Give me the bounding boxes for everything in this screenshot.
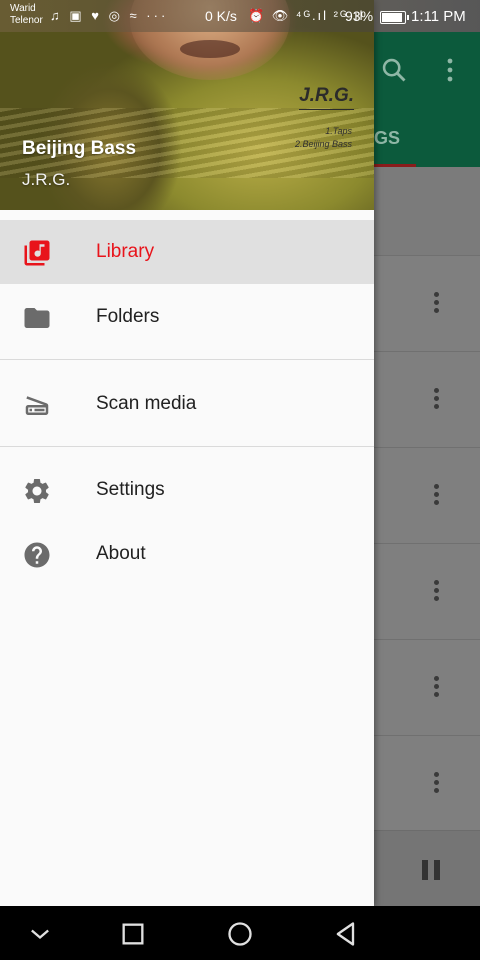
item-menu-icon[interactable] — [434, 772, 440, 796]
home-icon[interactable] — [226, 920, 254, 948]
item-menu-icon[interactable] — [434, 484, 440, 508]
now-playing-artist: J.R.G. — [22, 170, 71, 189]
drawer-item-label: Settings — [96, 479, 165, 500]
list-item[interactable] — [374, 256, 480, 352]
album-art-track-1: 1.Taps — [325, 126, 352, 136]
system-navigation-bar — [0, 906, 480, 960]
network-speed: 0 K/s — [205, 8, 237, 24]
carrier-name-1: Warid — [10, 3, 36, 14]
drawer-item-label: Scan media — [96, 393, 197, 414]
carrier-name-2: Telenor — [10, 15, 43, 26]
clock: 1:11 PM — [411, 8, 466, 25]
item-menu-icon[interactable] — [434, 580, 440, 604]
list-item[interactable] — [374, 352, 480, 448]
help-icon — [24, 542, 50, 568]
folder-icon — [24, 308, 50, 328]
status-bar: Warid Telenor ♫ ▣ ♥ ◎ ≈ ··· 0 K/s ⏰ 👁 ⁴ᴳ… — [0, 0, 480, 32]
library-music-icon — [24, 240, 50, 266]
drawer-item-folders[interactable]: Folders — [0, 285, 374, 349]
navigation-drawer: J.R.G. 1.Taps 2.Beijing Bass Beijing Bas… — [0, 0, 374, 906]
scanner-icon — [25, 396, 49, 415]
drawer-item-about[interactable]: About — [0, 522, 374, 586]
item-menu-icon[interactable] — [434, 676, 440, 700]
list-item[interactable] — [374, 640, 480, 736]
battery-icon — [380, 11, 409, 24]
drawer-item-library[interactable]: Library — [0, 220, 374, 284]
list-item[interactable] — [374, 448, 480, 544]
gear-icon — [25, 479, 49, 503]
drawer-item-settings[interactable]: Settings — [0, 458, 374, 522]
carrier-info: Warid Telenor — [10, 3, 43, 27]
list-item[interactable] — [374, 544, 480, 640]
divider — [0, 446, 374, 447]
drawer-item-label: Library — [96, 241, 155, 262]
back-icon[interactable] — [332, 920, 360, 948]
divider — [0, 359, 374, 360]
app-tab-label[interactable]: GS — [374, 128, 400, 149]
list-item[interactable] — [374, 167, 480, 256]
recents-icon[interactable] — [119, 920, 147, 948]
album-art-brand: J.R.G. — [299, 85, 354, 110]
search-icon[interactable] — [380, 56, 408, 84]
battery-percent: 93% — [345, 8, 374, 24]
pause-icon[interactable] — [422, 860, 442, 880]
drawer-item-label: Folders — [96, 306, 160, 327]
item-menu-icon[interactable] — [434, 292, 440, 316]
item-menu-icon[interactable] — [434, 388, 440, 412]
chevron-down-icon[interactable] — [26, 920, 54, 948]
now-playing-title: Beijing Bass — [22, 138, 137, 159]
battery-fill — [382, 13, 402, 22]
list-item[interactable] — [374, 736, 480, 832]
album-art-detail — [180, 40, 240, 58]
notification-icons: ♫ ▣ ♥ ◎ ≈ ··· — [50, 8, 169, 23]
album-art-track-2: 2.Beijing Bass — [294, 139, 352, 149]
drawer-item-scan-media[interactable]: Scan media — [0, 372, 374, 436]
overflow-menu-icon[interactable] — [440, 56, 460, 84]
drawer-item-label: About — [96, 543, 146, 564]
